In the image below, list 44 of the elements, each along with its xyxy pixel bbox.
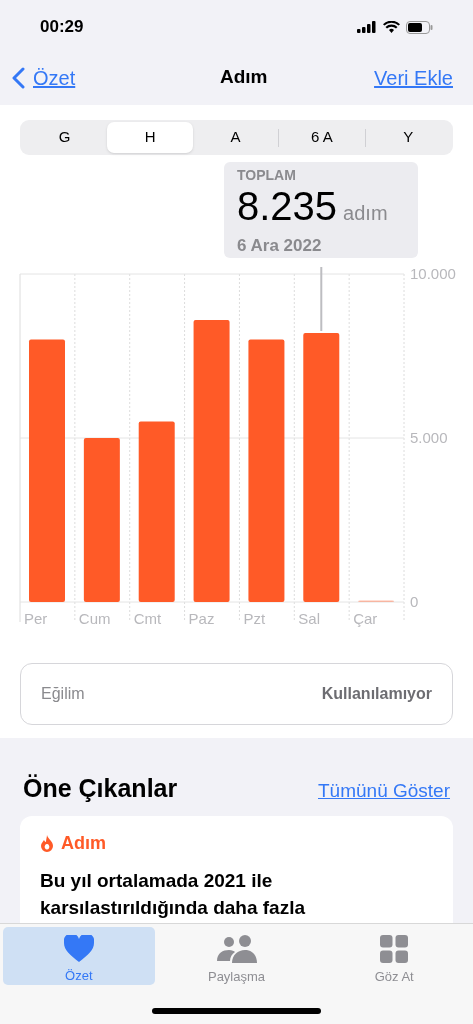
- unit-label: adım: [343, 201, 388, 226]
- add-data-link[interactable]: Veri Ekle: [374, 62, 461, 93]
- grid-icon: [380, 935, 409, 963]
- highlight-text: Bu yıl ortalamada 2021 ile karsılastırıldığında daha fazla: [40, 868, 307, 920]
- segment-tab[interactable]: Y: [365, 122, 452, 153]
- y-axis-label: 10.000: [410, 267, 456, 282]
- bar[interactable]: [303, 333, 340, 602]
- leader-line: [320, 267, 323, 333]
- heart-icon: [63, 935, 94, 962]
- segment-tab[interactable]: A: [192, 122, 279, 153]
- x-axis-label: Sal: [298, 610, 320, 627]
- back-link[interactable]: Özet: [12, 62, 76, 93]
- x-axis-label: Cmt: [133, 610, 162, 627]
- segment-tab[interactable]: G: [22, 122, 108, 153]
- show-all-link[interactable]: Tümünü Göster: [318, 777, 450, 806]
- segment-tab[interactable]: 6 A: [279, 122, 365, 153]
- bar[interactable]: [248, 339, 285, 602]
- y-axis-label: 5.000: [410, 429, 448, 446]
- bar[interactable]: [193, 319, 230, 602]
- x-axis-label: Pzt: [243, 610, 266, 627]
- status-time: 00:29: [40, 16, 84, 39]
- x-axis-label: Çar: [353, 610, 378, 627]
- trend-value: Kullanılamıyor: [321, 684, 432, 704]
- wifi-icon: [383, 21, 400, 33]
- highlight-card[interactable]: Adım Bu yıl ortalamada 2021 ile karsılastırıldığında daha fazla: [20, 815, 453, 923]
- y-axis-label: 0: [410, 593, 419, 610]
- bar[interactable]: [138, 421, 175, 602]
- people-icon: [216, 935, 257, 963]
- bar[interactable]: [83, 438, 120, 602]
- section-heading: Öne Çıkanlar: [23, 773, 178, 804]
- category-label: Adım: [61, 831, 106, 855]
- x-axis-label: Per: [24, 610, 48, 627]
- nav-title: Adım: [219, 65, 268, 90]
- segment-tab[interactable]: H: [107, 122, 193, 153]
- trend-label: Eğilim: [41, 684, 85, 704]
- battery-icon: [406, 20, 433, 34]
- x-axis-label: Cum: [78, 610, 111, 627]
- tooltip-date: 6 Ara 2022: [237, 235, 323, 257]
- total-value: 8.235: [237, 184, 338, 228]
- x-axis-label: Paz: [188, 610, 215, 627]
- tooltip-label: TOPLAM: [237, 166, 297, 184]
- back-chevron-icon: [12, 66, 25, 89]
- signal-icon: [357, 21, 377, 33]
- flame-icon: [40, 834, 54, 852]
